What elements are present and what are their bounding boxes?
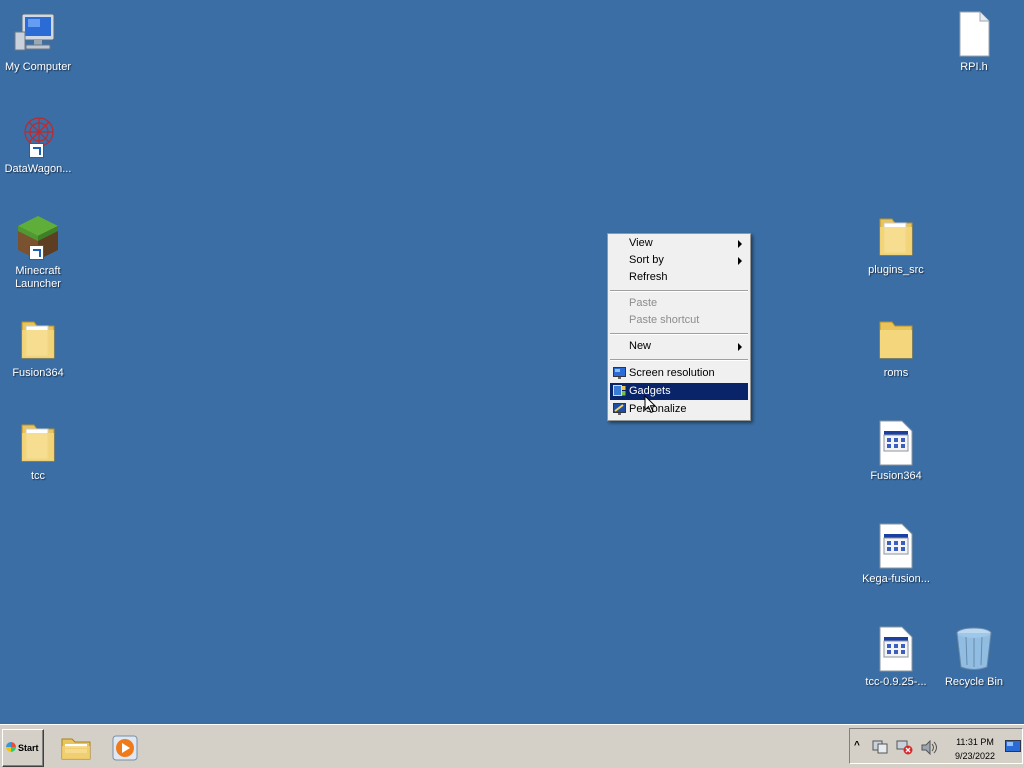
menu-item-sort-by[interactable]: Sort by xyxy=(610,252,748,269)
kega-fusion-exe-icon[interactable]: Kega-fusion... xyxy=(858,522,934,586)
menu-item-label: Sort by xyxy=(629,254,664,266)
icon-label: tcc xyxy=(30,470,46,482)
grass-block-icon xyxy=(14,214,62,262)
submenu-arrow-icon xyxy=(738,257,742,265)
monitor-icon xyxy=(613,367,626,379)
icon-label: Minecraft Launcher xyxy=(15,265,61,290)
start-label: Start xyxy=(18,743,39,753)
menu-item-label: Refresh xyxy=(629,271,668,283)
menu-item-personalize[interactable]: Personalize xyxy=(610,401,748,418)
menu-item-label: Paste xyxy=(629,297,658,309)
folder-icon xyxy=(14,419,62,467)
icon-label: Recycle Bin xyxy=(944,676,1004,688)
start-button[interactable]: Start xyxy=(2,729,44,767)
my-computer-icon[interactable]: My Computer xyxy=(0,10,76,74)
clock[interactable]: 11:31 PM 9/23/2022 xyxy=(946,735,1004,763)
media-player-icon xyxy=(112,735,138,761)
plugins-src-folder-icon[interactable]: plugins_src xyxy=(858,213,934,277)
roms-folder-icon[interactable]: roms xyxy=(858,316,934,380)
taskbar: Start ^ 11:31 PM 9/23/2022 xyxy=(0,724,1024,768)
datawagon-icon xyxy=(14,112,62,160)
minecraft-launcher-icon[interactable]: Minecraft Launcher xyxy=(0,214,76,291)
folder-icon xyxy=(872,316,920,364)
menu-item-refresh[interactable]: Refresh xyxy=(610,269,748,286)
system-tray: ^ 11:31 PM 9/23/2022 xyxy=(849,728,1023,764)
menu-separator xyxy=(610,290,748,292)
icon-label: Fusion364 xyxy=(12,367,64,379)
personalize-icon xyxy=(613,403,626,415)
windows-logo-icon xyxy=(6,742,16,752)
menu-item-paste[interactable]: Paste xyxy=(610,295,748,312)
quicklaunch-media-player-button[interactable] xyxy=(111,734,139,762)
gadgets-icon xyxy=(613,385,626,396)
shortcut-arrow-icon xyxy=(29,143,44,158)
desktop[interactable]: My Computer DataWagon... Minecraft Launc… xyxy=(0,0,1024,724)
icon-label: RPI.h xyxy=(960,61,988,73)
icon-label: DataWagon... xyxy=(4,163,72,175)
clock-date: 9/23/2022 xyxy=(954,751,996,761)
datawagon-shortcut-icon[interactable]: DataWagon... xyxy=(0,112,76,176)
computer-icon xyxy=(14,10,62,58)
menu-separator xyxy=(610,333,748,335)
folder-icon xyxy=(14,316,62,364)
menu-item-screen-resolution[interactable]: Screen resolution xyxy=(610,365,748,382)
action-center-icon[interactable] xyxy=(872,740,888,754)
icon-label: Kega-fusion... xyxy=(862,573,930,585)
menu-item-view[interactable]: View xyxy=(610,235,748,252)
volume-icon[interactable] xyxy=(920,740,938,755)
application-icon xyxy=(872,419,920,467)
icon-label: tcc-0.9.25-... xyxy=(865,676,927,688)
application-icon xyxy=(872,522,920,570)
menu-item-label: Screen resolution xyxy=(629,367,715,379)
folder-icon xyxy=(872,213,920,261)
recycle-bin-icon[interactable]: Recycle Bin xyxy=(936,625,1012,689)
desktop-context-menu: View Sort by Refresh Paste Paste shortcu… xyxy=(607,233,751,421)
rpi-h-file-icon[interactable]: RPI.h xyxy=(936,10,1012,74)
tcc-archive-icon[interactable]: tcc-0.9.25-... xyxy=(858,625,934,689)
submenu-arrow-icon xyxy=(738,240,742,248)
fusion364-exe-icon[interactable]: Fusion364 xyxy=(858,419,934,483)
tcc-folder-icon[interactable]: tcc xyxy=(0,419,76,483)
document-icon xyxy=(950,10,998,58)
icon-label: My Computer xyxy=(4,61,72,73)
menu-separator xyxy=(610,359,748,361)
application-icon xyxy=(872,625,920,673)
fusion364-folder-icon[interactable]: Fusion364 xyxy=(0,316,76,380)
menu-item-label: Paste shortcut xyxy=(629,314,700,326)
trash-bin-icon xyxy=(950,625,998,673)
menu-item-paste-shortcut[interactable]: Paste shortcut xyxy=(610,312,748,329)
icon-label: Fusion364 xyxy=(870,470,922,482)
quicklaunch-explorer-button[interactable] xyxy=(60,733,92,761)
network-disconnected-icon[interactable] xyxy=(896,740,914,755)
menu-item-label: New xyxy=(629,340,652,352)
clock-time: 11:31 PM xyxy=(956,737,994,747)
mouse-cursor-icon xyxy=(644,395,656,414)
submenu-arrow-icon xyxy=(738,343,742,351)
menu-item-label: View xyxy=(629,237,653,249)
icon-label: plugins_src xyxy=(868,264,924,276)
shortcut-arrow-icon xyxy=(29,245,44,260)
menu-item-label: Personalize xyxy=(629,403,687,415)
icon-label: roms xyxy=(883,367,909,379)
file-explorer-icon xyxy=(61,738,91,760)
show-desktop-icon[interactable] xyxy=(1005,740,1021,754)
menu-item-new[interactable]: New xyxy=(610,338,748,355)
show-hidden-icons-button[interactable]: ^ xyxy=(854,740,860,751)
menu-item-gadgets[interactable]: Gadgets xyxy=(610,383,748,400)
